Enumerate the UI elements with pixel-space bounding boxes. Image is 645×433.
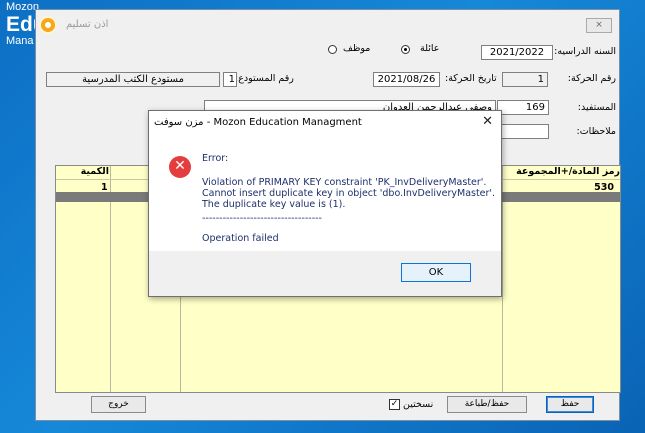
movement-date-label: تاريخ الحركة: xyxy=(445,73,497,84)
message-line-3: The duplicate key value is (1). xyxy=(202,199,346,210)
dialog-footer: OK xyxy=(149,251,501,296)
warehouse-no-label: رقم المستودع: xyxy=(235,73,294,84)
exit-button[interactable]: خروج xyxy=(91,396,146,413)
status-text: Operation failed xyxy=(202,233,279,244)
window-title: اذن تسليم xyxy=(66,19,109,30)
error-label: Error: xyxy=(202,153,229,164)
save-print-button[interactable]: حفظ/طباعة xyxy=(447,396,527,413)
movement-no-label: رقم الحركة: xyxy=(567,73,616,84)
message-line-2: Cannot insert duplicate key in object 'd… xyxy=(202,188,496,199)
movement-no-field[interactable]: 1 xyxy=(502,72,548,87)
copies-label: نسختين xyxy=(403,399,434,410)
header-item-code: رمز المادة/+المجموعة xyxy=(516,166,620,177)
beneficiary-no-field[interactable]: 169 xyxy=(497,100,549,115)
dialog-close-icon[interactable]: ✕ xyxy=(482,114,493,129)
notes-label: ملاحظات: xyxy=(576,126,616,137)
beneficiary-label: المستفيد: xyxy=(577,102,616,113)
message-separator: ----------------------------------- xyxy=(202,213,322,224)
copies-checkbox[interactable]: ✓ xyxy=(389,399,400,410)
warehouse-no-field[interactable]: 1 xyxy=(223,72,237,87)
error-icon: ✕ xyxy=(169,156,191,178)
header-quantity: الكمية xyxy=(80,166,109,177)
message-line-1: Violation of PRIMARY KEY constraint 'PK_… xyxy=(202,177,487,188)
academic-year-field[interactable]: 2021/2022 xyxy=(481,45,553,60)
type-employee-radio[interactable] xyxy=(328,45,337,54)
save-button[interactable]: حفظ xyxy=(546,396,594,413)
error-dialog: مزن سوفت - Mozon Education Managment ✕ ✕… xyxy=(148,110,502,297)
movement-date-field[interactable]: 2021/08/26 xyxy=(373,72,440,87)
warehouse-name-field: مستودع الكتب المدرسية xyxy=(46,72,220,87)
app-logo-icon xyxy=(39,16,57,34)
type-family-radio[interactable] xyxy=(401,45,410,54)
type-employee-label: موظف xyxy=(343,43,371,54)
window-titlebar: اذن تسليم ⨯ xyxy=(36,10,619,40)
type-family-label: عائلة xyxy=(420,43,440,54)
window-close-button[interactable]: ⨯ xyxy=(586,18,612,33)
dialog-title: مزن سوفت - Mozon Education Managment xyxy=(154,117,362,128)
ok-button[interactable]: OK xyxy=(401,263,471,282)
academic-year-label: السنه الدراسيه: xyxy=(554,46,616,57)
